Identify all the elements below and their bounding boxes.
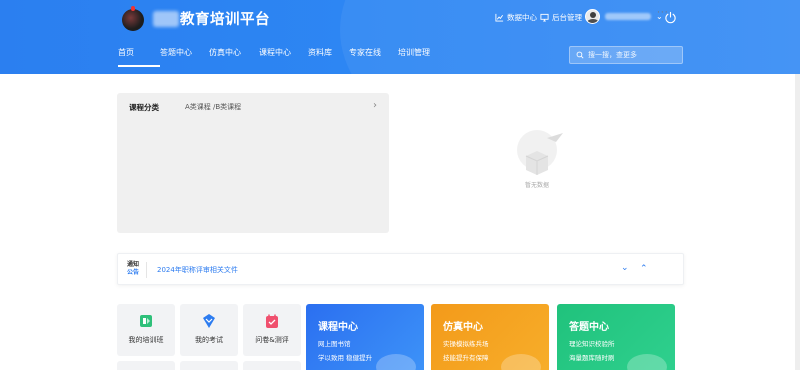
chevron-up-icon[interactable]: ⌃ bbox=[640, 264, 648, 274]
blurred-org-name bbox=[153, 11, 179, 27]
book-decoration bbox=[627, 354, 667, 370]
empty-state-text: 暂无数据 bbox=[524, 182, 549, 189]
top-header: 教育培训平台 数据中心 后台管理 ⌄ 首页 答题中心 仿真中心 课程中心 资料库… bbox=[0, 0, 800, 74]
monitor-icon bbox=[540, 13, 549, 22]
tile-row2[interactable] bbox=[180, 361, 238, 370]
nav-item-library[interactable]: 资料库 bbox=[308, 47, 349, 67]
exam-icon bbox=[203, 314, 215, 328]
notice-badge-top: 通知 bbox=[126, 261, 139, 268]
course-category-panel: 课程分类 A类课程 /B类课程 › bbox=[117, 93, 389, 233]
notice-bar: 通知 公告 2024年职称评审相关文件 ⌄ ⌃ bbox=[117, 253, 684, 285]
card-title: 仿真中心 bbox=[443, 322, 483, 333]
card-subtitle: 海量题库随时刷 bbox=[569, 354, 615, 362]
backend-admin-label: 后台管理 bbox=[552, 13, 582, 22]
main-nav: 首页 答题中心 仿真中心 课程中心 资料库 专家在线 培训管理 bbox=[118, 47, 438, 67]
divider bbox=[146, 262, 147, 278]
platform-title: 教育培训平台 bbox=[180, 12, 270, 28]
tile-my-exam[interactable]: 我的考试 bbox=[180, 304, 238, 356]
card-title: 答题中心 bbox=[569, 322, 609, 333]
chevron-right-icon[interactable]: › bbox=[373, 100, 377, 111]
nav-item-course-center[interactable]: 课程中心 bbox=[259, 47, 308, 67]
stack-decoration bbox=[501, 354, 541, 370]
tile-my-training-class[interactable]: 我的培训班 bbox=[117, 304, 175, 356]
user-menu[interactable]: ⌄ bbox=[585, 9, 663, 24]
header-top-row: 教育培训平台 数据中心 后台管理 ⌄ bbox=[0, 0, 800, 38]
data-center-label: 数据中心 bbox=[507, 13, 537, 22]
search-box[interactable] bbox=[569, 46, 683, 64]
card-quiz-center[interactable]: 答题中心 理论知识校验所 海量题库随时刷 bbox=[557, 304, 675, 370]
data-center-link[interactable]: 数据中心 bbox=[495, 12, 537, 23]
chart-icon bbox=[495, 13, 504, 22]
survey-icon bbox=[266, 314, 278, 328]
card-subtitle: 实操模拟练兵场 bbox=[443, 340, 489, 348]
scrollbar[interactable] bbox=[795, 74, 800, 370]
tile-row2[interactable] bbox=[243, 361, 301, 370]
nav-item-training-management[interactable]: 培训管理 bbox=[398, 47, 438, 67]
more-icon[interactable]: ··· bbox=[657, 8, 669, 18]
card-simulation-center[interactable]: 仿真中心 实操模拟练兵场 技能提升有保障 bbox=[431, 304, 549, 370]
notice-badge: 通知 公告 bbox=[126, 261, 140, 277]
tile-survey-evaluation[interactable]: 问卷&测评 bbox=[243, 304, 301, 356]
cloud-decoration bbox=[376, 354, 416, 370]
nav-item-simulation-center[interactable]: 仿真中心 bbox=[209, 47, 259, 67]
chevron-down-icon[interactable]: ⌄ bbox=[621, 263, 629, 273]
blurred-username bbox=[605, 13, 651, 20]
card-subtitle: 技能提升有保障 bbox=[443, 354, 489, 362]
nav-item-quiz-center[interactable]: 答题中心 bbox=[160, 47, 209, 67]
empty-box-icon bbox=[517, 130, 563, 175]
notice-badge-bottom: 公告 bbox=[126, 269, 139, 276]
avatar bbox=[585, 9, 600, 24]
card-course-center[interactable]: 课程中心 网上图书馆 学以致用 稳健提升 bbox=[306, 304, 424, 370]
training-class-icon bbox=[140, 315, 152, 327]
course-category-label: 课程分类 bbox=[129, 103, 159, 112]
logo-icon[interactable] bbox=[122, 6, 144, 31]
tile-label: 问卷&测评 bbox=[255, 336, 289, 344]
card-subtitle: 网上图书馆 bbox=[318, 340, 351, 348]
tile-label: 我的考试 bbox=[195, 336, 223, 344]
card-subtitle: 理论知识校验所 bbox=[569, 340, 615, 348]
nav-item-home[interactable]: 首页 bbox=[118, 47, 160, 67]
course-category-value[interactable]: A类课程 /B类课程 bbox=[185, 102, 241, 112]
tile-label: 我的培训班 bbox=[128, 336, 164, 344]
card-title: 课程中心 bbox=[318, 322, 358, 333]
card-subtitle: 学以致用 稳健提升 bbox=[318, 354, 373, 362]
backend-admin-link[interactable]: 后台管理 bbox=[540, 12, 582, 23]
nav-item-expert-online[interactable]: 专家在线 bbox=[349, 47, 398, 67]
search-input[interactable] bbox=[588, 51, 678, 59]
notice-link[interactable]: 2024年职称评审相关文件 bbox=[157, 265, 238, 275]
empty-state: 暂无数据 bbox=[507, 126, 567, 190]
search-icon[interactable] bbox=[576, 51, 584, 59]
tile-row2[interactable] bbox=[117, 361, 175, 370]
